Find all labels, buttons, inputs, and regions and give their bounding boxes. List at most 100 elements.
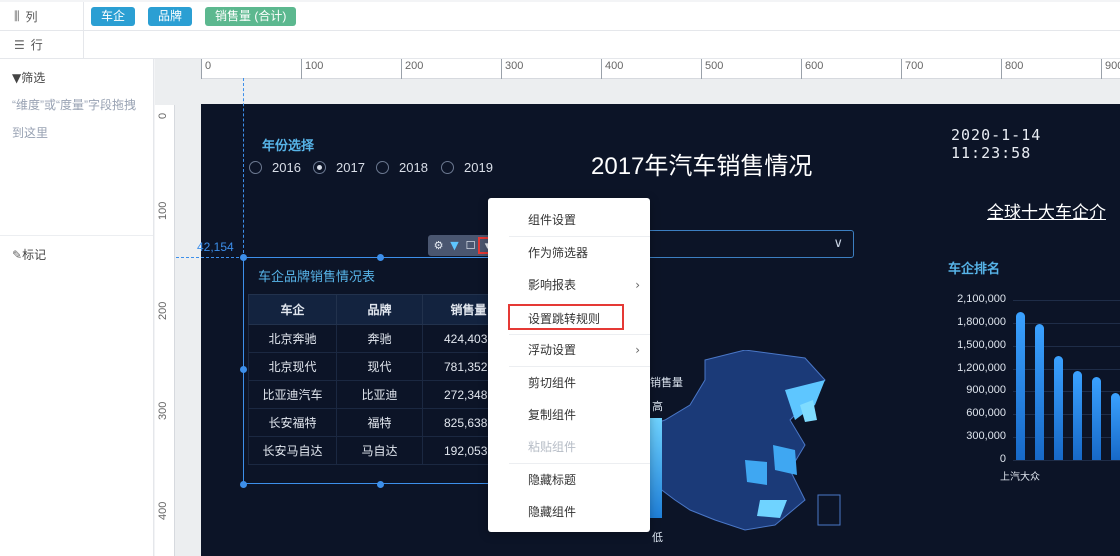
y-tick-label: 1,500,000 [957,338,1006,351]
radio-icon [249,161,262,174]
bar[interactable] [1073,370,1082,460]
chevron-down-icon: ∨ [833,235,843,250]
gridline [1013,322,1120,324]
map-legend-high: 高 [652,401,663,413]
dropdown-select[interactable]: ∨ [642,230,854,258]
pill-dimension-company[interactable]: 车企 [91,7,136,26]
y-tick-label: 300,000 [966,430,1006,443]
y-tick-label: 1,800,000 [957,315,1006,328]
pill-measure-sales[interactable]: 销售量 (合计) [205,7,297,26]
menu-item-float-settings[interactable]: 浮动设置 › [488,334,650,366]
menu-item-hide-widget[interactable]: 隐藏组件 [488,496,650,528]
position-readout: 42,154 [197,240,234,254]
rows-label: 行 [30,38,43,52]
map-legend-title: 销售量 [650,377,683,389]
columns-shelf: ⫼ 列 车企 品牌 销售量 (合计) [0,2,1120,31]
ruler-top: 0 100 200 300 400 500 600 700 800 900 [201,59,1120,79]
gridline [1013,345,1120,347]
highlight-annotation-box [508,304,624,330]
ruler-tick: 100 [301,59,323,79]
filter-icon: ▼ [12,71,22,85]
year-selector-title: 年份选择 [262,138,315,153]
designer-root: ⫼ 列 车企 品牌 销售量 (合计) ☰ 行 ▼筛选 “维度”或“度量”字段拖拽… [0,0,1120,556]
bar[interactable] [1092,376,1101,460]
y-tick-label: 600,000 [966,407,1006,420]
pill-dimension-brand[interactable]: 品牌 [148,7,193,26]
ruler-left: 0 100 200 300 400 [155,105,175,556]
gridline [1013,391,1120,393]
gear-icon[interactable]: ⚙ [432,239,445,252]
rows-shelf-label: ☰ 行 [0,31,84,58]
map-region-highlight [745,460,767,485]
y-tick-label: 0 [999,453,1006,465]
divider [0,235,153,236]
chevron-right-icon: › [635,343,640,357]
rows-icon: ☰ [14,37,25,52]
gridline [1013,300,1120,301]
rows-shelf: ☰ 行 [0,31,1120,59]
menu-item-paste: 粘贴组件 [528,440,577,454]
gridline [1013,368,1120,370]
radio-icon [376,161,389,174]
bar[interactable] [1111,392,1120,460]
left-panel: ▼筛选 “维度”或“度量”字段拖拽到这里 ✎标记 [0,59,154,556]
resize-handle[interactable] [240,366,247,373]
menu-item-as-filter[interactable]: 作为筛选器 [488,237,650,269]
columns-label: 列 [25,9,38,24]
ruler-tick: 300 [501,59,523,79]
gridline [1013,437,1120,439]
map-legend-gradient [650,418,662,518]
ruler-tick: 400 [601,59,623,79]
resize-handle[interactable] [240,481,247,488]
ruler-tick: 600 [801,59,823,79]
global-top10-title: 全球十大车企介 [987,203,1106,222]
filter-title: ▼筛选 [12,71,46,85]
resize-handle[interactable] [377,481,384,488]
y-tick-label: 900,000 [966,384,1006,397]
columns-shelf-label: ⫼ 列 [0,2,84,30]
resize-handle[interactable] [240,254,247,261]
selected-widget-frame[interactable] [243,257,505,484]
filter-drop-zone[interactable]: “维度”或“度量”字段拖拽到这里 [12,91,142,147]
bar[interactable] [1035,324,1044,460]
ruler-corner [155,59,201,79]
ruler-tick: 0 [201,59,211,79]
y-tick-label: 1,200,000 [957,361,1006,374]
gridline [1013,414,1120,416]
y-tick-label: 2,100,000 [957,293,1006,305]
bar[interactable] [1016,312,1025,460]
menu-item-cut[interactable]: 剪切组件 [488,367,650,399]
alignment-guide-vertical [243,78,244,258]
radio-checked-icon [313,161,326,174]
columns-icon: ⫼ [14,8,20,23]
alignment-guide-horizontal [176,257,244,258]
year-radio-2019[interactable]: 2019 [441,160,493,175]
south-sea-inset [817,494,841,526]
marks-title[interactable]: ✎标记 [12,246,46,263]
x-tick-label: 上汽大众 [1000,472,1040,483]
filter-icon[interactable]: ▼ [448,239,461,252]
menu-item-copy[interactable]: 复制组件 [488,399,650,431]
menu-item-widget-settings[interactable]: 组件设置 [488,204,650,236]
maximize-icon[interactable]: ☐ [464,239,477,252]
bar[interactable] [1054,355,1063,460]
menu-item-affect-reports[interactable]: 影响报表 › [488,269,650,301]
ruler-tick: 900 [1101,59,1120,79]
ruler-tick: 500 [701,59,723,79]
ruler-tick: 800 [1001,59,1023,79]
map-legend-low: 低 [652,532,663,544]
year-radio-2016[interactable]: 2016 [249,160,301,175]
resize-handle[interactable] [377,254,384,261]
gridline [1013,460,1120,461]
dashboard-title: 2017年汽车销售情况 [591,153,813,180]
pin-icon: ✎ [12,248,23,262]
year-radio-2017[interactable]: 2017 [313,160,365,175]
menu-item-hide-title[interactable]: 隐藏标题 [488,464,650,496]
ruler-tick: 700 [901,59,923,79]
chevron-right-icon: › [635,278,640,292]
clock-label: 2020-1-14 11:23:58 [951,126,1042,162]
year-radio-2018[interactable]: 2018 [376,160,428,175]
rank-title: 车企排名 [948,261,1001,276]
radio-icon [441,161,454,174]
ruler-tick: 200 [401,59,423,79]
